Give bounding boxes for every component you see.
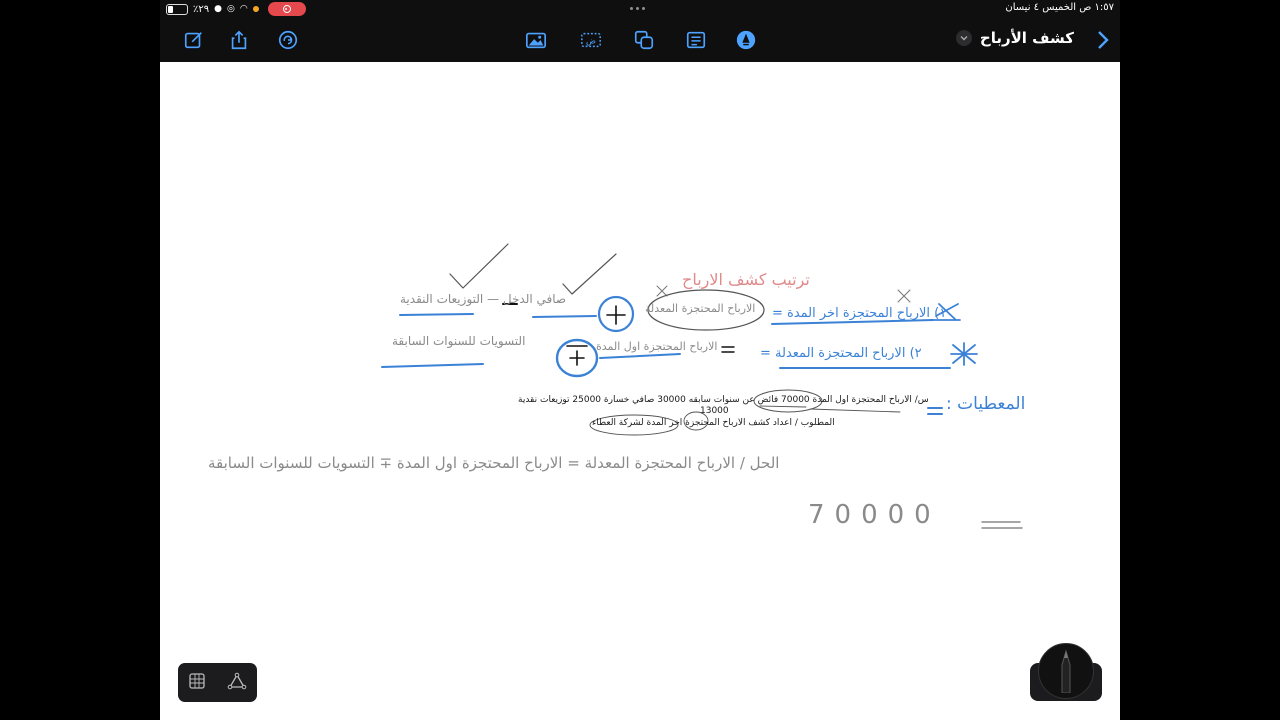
formula1-left: ١) الارباح المحتجزة اخر المدة = — [772, 306, 947, 321]
pen-tool-button[interactable] — [734, 28, 758, 52]
pen-tip-icon — [736, 30, 756, 50]
document-title-menu[interactable]: كشف الأرباح — [955, 29, 1074, 47]
new-page-button[interactable] — [182, 28, 206, 52]
pencil-tool-button[interactable] — [1030, 643, 1102, 701]
status-bar: ٪٢٩ ● ◎ ◠ ١:٥٧ ص الخميس ٤ نيسان — [160, 0, 1120, 18]
battery-percent: ٪٢٩ — [193, 3, 210, 15]
formula2-left: ٢) الارباح المحتجزة المعدلة = — [760, 346, 922, 361]
shapes-recognition-button[interactable] — [227, 672, 247, 694]
question-text-line1: س/ الارباح المحتجزة اول المدة 70000 فائض… — [518, 395, 929, 405]
formula1-right: صافي الدخل — التوزيعات النقدية — [400, 292, 567, 306]
share-icon — [231, 30, 247, 50]
question-text-line3: المطلوب / اعداد كشف الارباح المحتجزة اخر… — [592, 418, 835, 428]
bottom-tool-palette — [178, 663, 257, 702]
solution-line: الحل / الارباح المحتجزة المعدلة = الاربا… — [208, 454, 780, 472]
chevron-down-icon — [955, 30, 972, 46]
solution-value: 70000 — [808, 500, 941, 530]
text-box-button[interactable]: ض — [579, 28, 603, 52]
image-icon — [526, 32, 546, 49]
notes-button[interactable] — [684, 28, 708, 52]
shapes-button[interactable] — [632, 28, 656, 52]
question-text-line2: 13000 — [700, 406, 729, 416]
share-button[interactable] — [227, 28, 251, 52]
grid-button[interactable] — [188, 672, 206, 694]
formula1-mid: الارباح المحتجزة المعدلة — [645, 302, 756, 315]
notes-icon — [686, 31, 706, 49]
shapes-icon — [634, 30, 654, 50]
handwritten-heading: ترتيب كشف الارباح — [682, 270, 810, 289]
grid-icon — [189, 672, 205, 689]
record-icon — [282, 5, 291, 13]
status-icons: ٪٢٩ ● ◎ ◠ — [166, 2, 306, 16]
shape-triangle-icon — [227, 672, 247, 689]
wifi-icon: ◠ — [239, 4, 248, 14]
redo-button[interactable] — [276, 28, 300, 52]
battery-icon — [166, 3, 188, 15]
svg-text:ض: ض — [586, 36, 596, 46]
pencil-icon — [1038, 643, 1094, 699]
formula2-right: التسويات للسنوات السابقة — [392, 334, 526, 348]
location-icon: ◎ — [226, 4, 235, 14]
status-time-date: ١:٥٧ ص الخميس ٤ نيسان — [1005, 2, 1114, 13]
compose-icon — [184, 32, 202, 49]
ipad-screen: ٪٢٩ ● ◎ ◠ ١:٥٧ ص الخميس ٤ نيسان ض كشف ال… — [160, 0, 1120, 720]
mic-indicator-icon — [252, 6, 259, 12]
document-title: كشف الأرباح — [979, 29, 1074, 47]
back-button[interactable] — [1096, 30, 1110, 54]
formula2-mid: الارباح المحتجزة اول المدة — [596, 340, 718, 353]
person-icon: ● — [214, 4, 222, 14]
note-page[interactable]: ترتيب كشف الارباح ١) الارباح المحتجزة اخ… — [160, 62, 1120, 720]
redo-icon — [278, 30, 298, 50]
chevron-right-icon — [1098, 31, 1109, 49]
toolbar: ض كشف الأرباح — [160, 18, 1120, 62]
insert-image-button[interactable] — [524, 28, 548, 52]
multitasking-dots-icon[interactable] — [630, 7, 645, 10]
screen-recording-indicator[interactable] — [267, 2, 306, 16]
handwriting-ink — [381, 243, 1023, 529]
givens-label: المعطيات : — [946, 394, 1026, 414]
text-box-icon: ض — [581, 32, 601, 48]
